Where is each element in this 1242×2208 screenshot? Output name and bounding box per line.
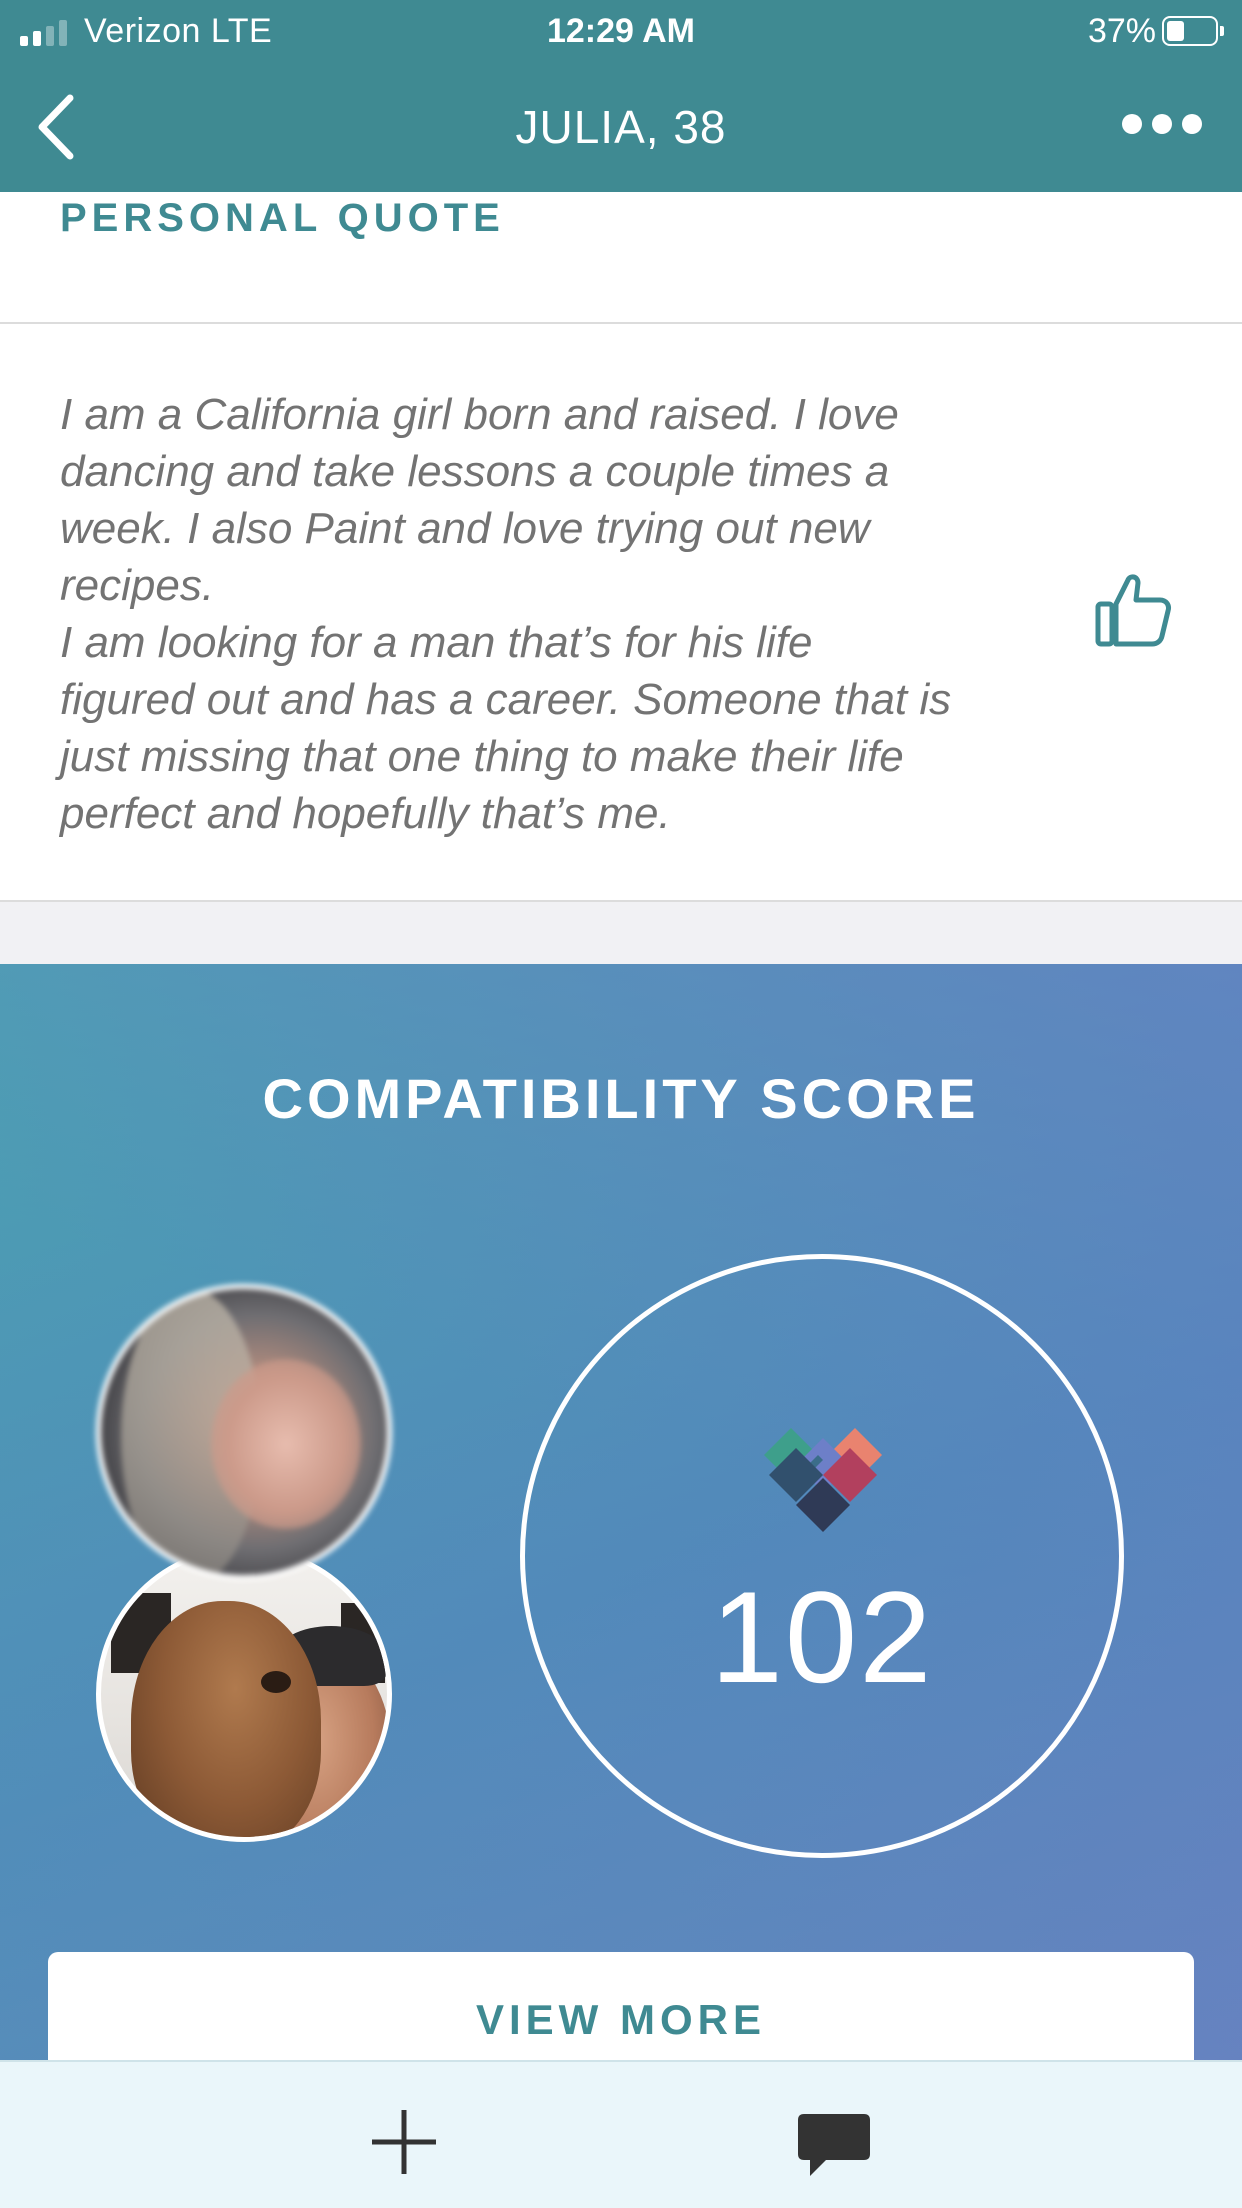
avatar-own-photo[interactable] [96, 1546, 392, 1842]
more-options-icon[interactable] [1122, 114, 1202, 134]
compatibility-section: COMPATIBILITY SCORE 102 [0, 964, 1242, 2064]
plus-icon[interactable] [370, 2108, 438, 2176]
compatibility-score: 102 [710, 1564, 934, 1710]
status-time: 12:29 AM [546, 12, 696, 50]
score-ring [520, 1254, 1124, 1858]
match-heart-icon [760, 1424, 886, 1536]
bottom-tab-bar [0, 2060, 1242, 2208]
section-divider [0, 322, 1242, 324]
battery-icon [1162, 16, 1224, 46]
chat-bubble-icon[interactable] [796, 2112, 872, 2180]
profile-title: JULIA, 38 [515, 101, 727, 153]
section-gap [0, 902, 1242, 964]
compatibility-title: COMPATIBILITY SCORE [262, 1067, 980, 1130]
personal-quote-text: I am a California girl born and raised. … [60, 390, 952, 838]
status-bar: Verizon LTE 12:29 AM 37% [0, 0, 1242, 62]
thumbs-up-icon[interactable] [1094, 572, 1174, 648]
top-bar: Verizon LTE 12:29 AM 37% JULIA, 38 [0, 0, 1242, 192]
battery-percentage: 37% [1087, 12, 1156, 50]
avatar-match-photo[interactable] [96, 1284, 392, 1580]
view-more-button[interactable]: VIEW MORE [48, 1952, 1194, 2072]
personal-quote-heading: PERSONAL QUOTE [60, 196, 505, 240]
navigation-bar: JULIA, 38 [0, 62, 1242, 192]
